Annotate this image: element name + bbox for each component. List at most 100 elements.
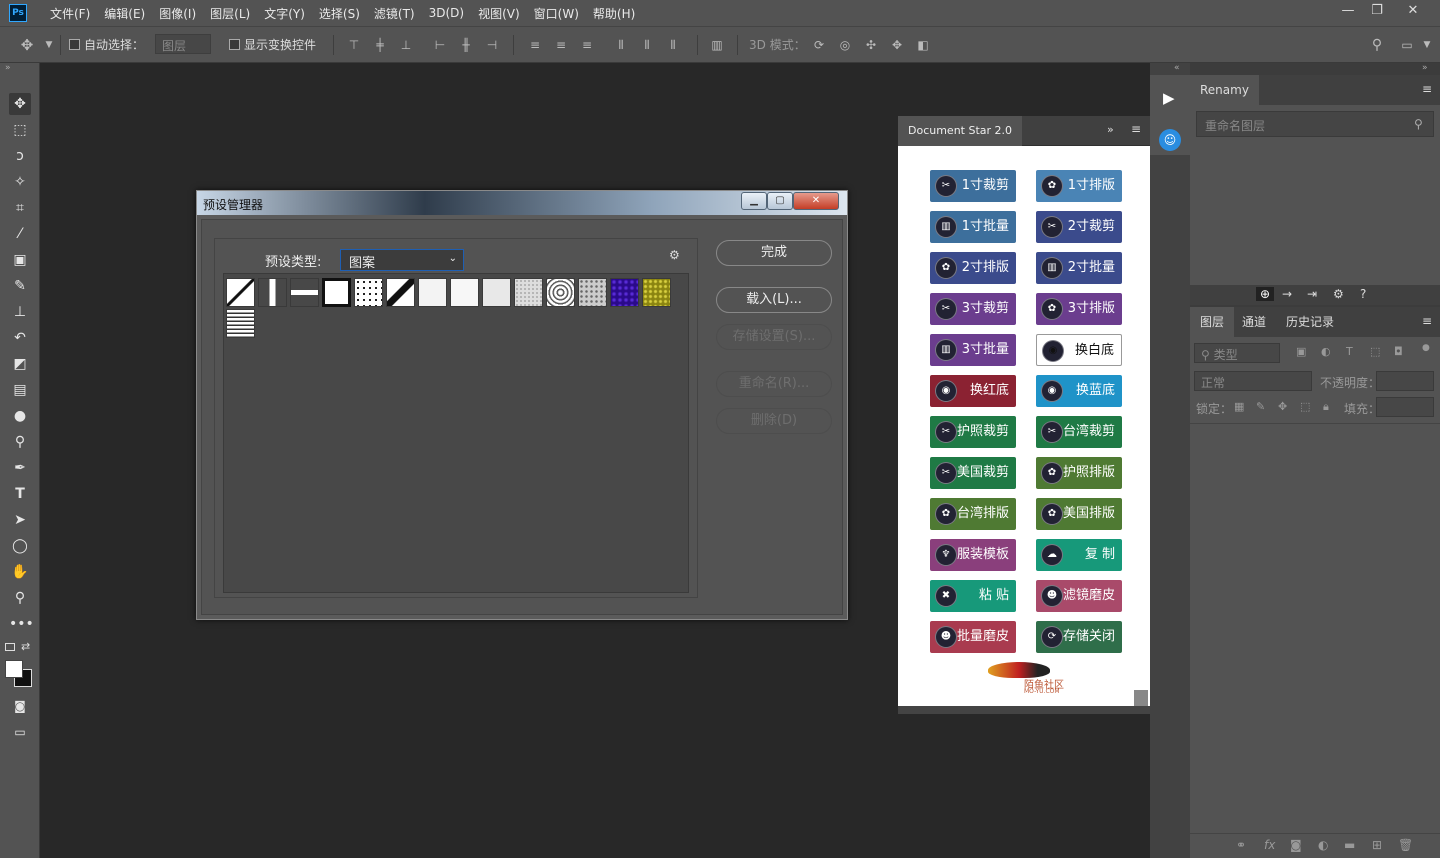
link-icon[interactable]: ⚭ bbox=[1236, 838, 1246, 852]
move-icon[interactable]: ✥ bbox=[20, 38, 34, 53]
ds-button[interactable]: ☁ 复 制 bbox=[1036, 539, 1122, 571]
pattern-swatch[interactable] bbox=[258, 278, 287, 307]
ds-button[interactable]: ◉ 换红底 bbox=[930, 375, 1016, 407]
quick-mask-icon[interactable]: ◙ bbox=[9, 695, 31, 717]
pattern-swatch[interactable] bbox=[418, 278, 447, 307]
opacity-input[interactable] bbox=[1376, 371, 1434, 391]
pattern-swatch[interactable] bbox=[610, 278, 639, 307]
pattern-swatch[interactable] bbox=[450, 278, 479, 307]
ds-button[interactable]: ✿ 台湾排版 bbox=[930, 498, 1016, 530]
distribute-left-icon[interactable]: ⦀ bbox=[614, 38, 628, 52]
menu-view[interactable]: 视图(V) bbox=[471, 5, 527, 22]
type-filter-icon[interactable]: T bbox=[1346, 345, 1353, 358]
dialog-maximize-button[interactable]: ▢ bbox=[767, 192, 793, 210]
docstar-tab[interactable]: Document Star 2.0 bbox=[898, 116, 1023, 146]
mask-icon[interactable]: ◙ bbox=[1290, 838, 1302, 852]
search-icon[interactable]: ⚲ bbox=[1414, 117, 1423, 131]
search-icon[interactable]: ⚲ bbox=[1370, 38, 1384, 52]
pattern-swatch[interactable] bbox=[226, 309, 255, 338]
lock-position-icon[interactable]: ✥ bbox=[1278, 400, 1287, 413]
brush-icon[interactable]: ✎ bbox=[9, 275, 31, 297]
gear-icon[interactable]: ⚙ bbox=[669, 248, 680, 262]
align-right-icon[interactable]: ⊣ bbox=[485, 38, 499, 52]
pattern-swatch[interactable] bbox=[322, 278, 351, 307]
dialog-minimize-button[interactable]: ▁ bbox=[741, 192, 767, 210]
tab-renamy[interactable]: Renamy bbox=[1190, 75, 1259, 105]
chevron-down-icon[interactable]: ▼ bbox=[1420, 38, 1434, 52]
menu-layer[interactable]: 图层(L) bbox=[203, 5, 257, 22]
preset-type-select[interactable]: 图案 ⌄ bbox=[340, 249, 464, 271]
ds-button[interactable]: ✂ 台湾裁剪 bbox=[1036, 416, 1122, 448]
dodge-icon[interactable]: ⚲ bbox=[9, 431, 31, 453]
menu-filter[interactable]: 滤镜(T) bbox=[367, 5, 422, 22]
ds-button[interactable]: ✂ 1寸裁剪 bbox=[930, 170, 1016, 202]
panel-menu-icon[interactable]: ≡ bbox=[1131, 122, 1141, 136]
ds-button[interactable]: ✖ 粘 贴 bbox=[930, 580, 1016, 612]
shape-filter-icon[interactable]: ⬚ bbox=[1370, 345, 1380, 358]
ds-button[interactable]: ✂ 美国裁剪 bbox=[930, 457, 1016, 489]
menu-edit[interactable]: 编辑(E) bbox=[97, 5, 152, 22]
arrow-skip-icon[interactable]: ⇥ bbox=[1307, 287, 1317, 301]
collapse-icon[interactable]: « bbox=[1174, 63, 1180, 73]
menu-file[interactable]: 文件(F) bbox=[43, 5, 97, 22]
close-button[interactable]: ✕ bbox=[1398, 0, 1428, 24]
ds-button[interactable]: ▥ 3寸批量 bbox=[930, 334, 1016, 366]
menu-help[interactable]: 帮助(H) bbox=[586, 5, 642, 22]
plugin-dock-item[interactable]: ☺ bbox=[1150, 125, 1190, 155]
new-layer-icon[interactable]: ⊞ bbox=[1372, 838, 1382, 852]
image-filter-icon[interactable]: ▣ bbox=[1296, 345, 1306, 358]
ds-button[interactable]: ✿ 美国排版 bbox=[1036, 498, 1122, 530]
workspace-icon[interactable]: ▭ bbox=[1400, 38, 1414, 52]
ds-button[interactable]: ☻ 滤镜磨皮 bbox=[1036, 580, 1122, 612]
more-icon[interactable]: ••• bbox=[9, 613, 34, 635]
distribute-bottom-icon[interactable]: ≡ bbox=[580, 38, 594, 52]
fill-input[interactable] bbox=[1376, 397, 1434, 417]
screen-mode-icon[interactable]: ▭ bbox=[9, 721, 31, 743]
distribute-vcenter-icon[interactable]: ≡ bbox=[554, 38, 568, 52]
trash-icon[interactable]: 🗑︎ bbox=[1398, 838, 1413, 852]
tab-channels[interactable]: 通道 bbox=[1232, 307, 1276, 337]
save-settings-button[interactable]: 存储设置(S)... bbox=[716, 324, 832, 350]
restore-button[interactable]: ❐ bbox=[1362, 0, 1392, 24]
ds-button[interactable]: ♆ 服装模板 bbox=[930, 539, 1016, 571]
adjustment-icon[interactable]: ◐ bbox=[1318, 838, 1328, 852]
menu-3d[interactable]: 3D(D) bbox=[422, 6, 471, 20]
chevron-down-icon[interactable]: ▼ bbox=[42, 38, 56, 52]
load-button[interactable]: 载入(L)... bbox=[716, 287, 832, 313]
align-hcenter-icon[interactable]: ╫ bbox=[459, 38, 473, 52]
collapse-icon[interactable]: » bbox=[5, 63, 11, 73]
camera-3d-icon[interactable]: ◧ bbox=[916, 38, 930, 52]
menu-type[interactable]: 文字(Y) bbox=[257, 5, 312, 22]
ds-button[interactable]: ⟳ 存储关闭 bbox=[1036, 621, 1122, 653]
align-vcenter-icon[interactable]: ╪ bbox=[373, 38, 387, 52]
blend-mode-select[interactable]: 正常 bbox=[1194, 371, 1312, 391]
ds-button[interactable]: ▥ 2寸批量 bbox=[1036, 252, 1122, 284]
zoom-icon[interactable]: ⚲ bbox=[9, 587, 31, 609]
filter-toggle-icon[interactable]: ● bbox=[1422, 343, 1430, 353]
align-bottom-icon[interactable]: ⊥ bbox=[399, 38, 413, 52]
ds-button[interactable]: ✿ 3寸排版 bbox=[1036, 293, 1122, 325]
pattern-swatch[interactable] bbox=[386, 278, 415, 307]
roll-3d-icon[interactable]: ◎ bbox=[838, 38, 852, 52]
panel-menu-icon[interactable]: ≡ bbox=[1422, 314, 1432, 328]
path-select-icon[interactable]: ➤ bbox=[9, 509, 31, 531]
pattern-swatch[interactable] bbox=[578, 278, 607, 307]
type-icon[interactable]: T bbox=[9, 483, 31, 505]
pen-icon[interactable]: ✒ bbox=[9, 457, 31, 479]
lock-brush-icon[interactable]: ✎ bbox=[1256, 400, 1265, 413]
panel-menu-icon[interactable]: ≡ bbox=[1422, 82, 1432, 96]
pattern-swatch[interactable] bbox=[354, 278, 383, 307]
ds-button[interactable]: ✿ 1寸排版 bbox=[1036, 170, 1122, 202]
marquee-icon[interactable]: ⬚ bbox=[9, 119, 31, 141]
blur-icon[interactable]: ● bbox=[9, 405, 31, 427]
lasso-icon[interactable]: ↄ bbox=[9, 145, 31, 167]
minimize-button[interactable]: — bbox=[1333, 0, 1363, 24]
menu-select[interactable]: 选择(S) bbox=[312, 5, 367, 22]
ds-button[interactable]: ✂ 护照裁剪 bbox=[930, 416, 1016, 448]
lock-all-icon[interactable]: 🔒︎ bbox=[1323, 400, 1329, 414]
lock-artboard-icon[interactable]: ⬚ bbox=[1300, 400, 1310, 413]
scrollbar-thumb[interactable] bbox=[1134, 690, 1148, 706]
ds-button[interactable]: ▥ 1寸批量 bbox=[930, 211, 1016, 243]
align-top-icon[interactable]: ⊤ bbox=[347, 38, 361, 52]
pan-3d-icon[interactable]: ✣ bbox=[864, 38, 878, 52]
